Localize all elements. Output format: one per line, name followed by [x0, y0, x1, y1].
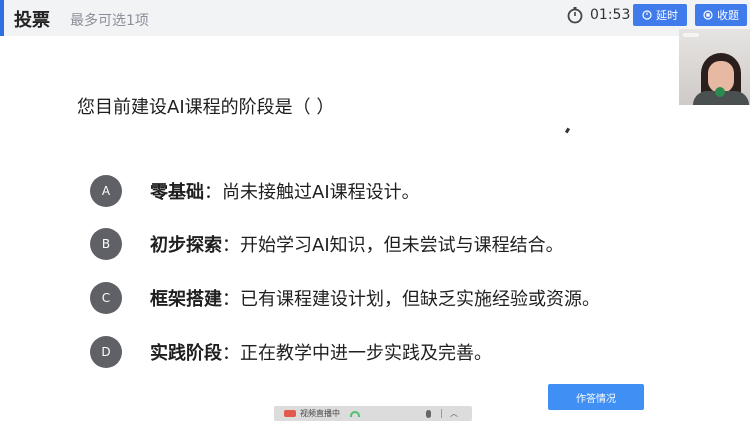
page-subtitle: 最多可选1项 — [70, 13, 149, 29]
option-d[interactable]: D 实践阶段：正在教学中进一步实践及完善。 — [90, 334, 492, 370]
option-d-key: 实践阶段 — [150, 343, 222, 364]
question-text: 您目前建设AI课程的阶段是（ ） — [77, 97, 335, 118]
answer-status-button[interactable]: 作答情况 — [548, 384, 644, 410]
option-a-key: 零基础 — [150, 182, 204, 203]
stopwatch-icon — [567, 7, 583, 24]
clock-icon — [642, 10, 652, 20]
cursor-mark — [564, 127, 571, 134]
page-title: 投票 — [14, 10, 50, 31]
option-b-key: 初步探索 — [150, 235, 222, 256]
collect-label: 收题 — [717, 9, 739, 22]
live-label: 视频直播中 — [300, 409, 340, 418]
option-a[interactable]: A 零基础：尚未接触过AI课程设计。 — [90, 173, 420, 209]
expand-up-icon[interactable]: ︿ — [450, 408, 458, 419]
live-camera-icon — [284, 410, 296, 417]
option-b-badge[interactable]: B — [90, 228, 122, 260]
option-b-text: 初步探索：开始学习AI知识，但未尝试与课程结合。 — [150, 231, 564, 257]
live-toolbar[interactable]: 视频直播中 ︿ — [274, 406, 472, 421]
option-d-text: 实践阶段：正在教学中进一步实践及完善。 — [150, 339, 492, 365]
option-c-badge[interactable]: C — [90, 282, 122, 314]
timer: 01:53 — [566, 6, 630, 24]
option-c-key: 框架搭建 — [150, 289, 222, 310]
wifi-icon — [350, 410, 360, 417]
toolbar-divider — [441, 409, 442, 418]
option-d-desc: ：正在教学中进一步实践及完善。 — [222, 343, 492, 364]
option-a-desc: ：尚未接触过AI课程设计。 — [204, 182, 420, 203]
option-a-text: 零基础：尚未接触过AI课程设计。 — [150, 178, 420, 204]
option-c-text: 框架搭建：已有课程建设计划，但缺乏实施经验或资源。 — [150, 285, 600, 311]
option-c-desc: ：已有课程建设计划，但缺乏实施经验或资源。 — [222, 289, 600, 310]
microphone-icon[interactable] — [426, 409, 431, 418]
webcam-mic-indicator — [715, 87, 725, 97]
option-a-badge[interactable]: A — [90, 175, 122, 207]
stop-icon — [703, 10, 713, 20]
webcam-preview[interactable] — [679, 29, 750, 105]
header-accent — [0, 0, 4, 36]
webcam-light — [683, 33, 699, 37]
option-d-badge[interactable]: D — [90, 336, 122, 368]
collect-button[interactable]: 收题 — [695, 4, 747, 26]
option-c[interactable]: C 框架搭建：已有课程建设计划，但缺乏实施经验或资源。 — [90, 280, 600, 316]
option-b-desc: ：开始学习AI知识，但未尝试与课程结合。 — [222, 235, 564, 256]
extend-button[interactable]: 延时 — [633, 4, 687, 26]
timer-text: 01:53 — [590, 7, 631, 23]
option-b[interactable]: B 初步探索：开始学习AI知识，但未尝试与课程结合。 — [90, 226, 564, 262]
extend-label: 延时 — [656, 9, 678, 22]
